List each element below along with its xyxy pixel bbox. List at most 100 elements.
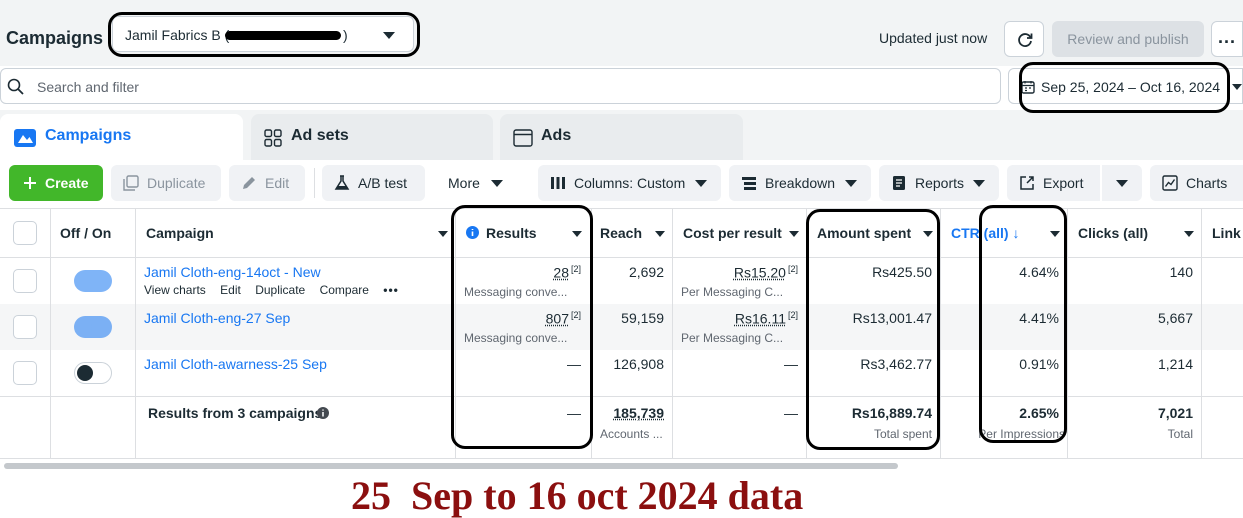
column-header-results[interactable]: Results — [486, 225, 537, 241]
campaign-toggle[interactable] — [74, 362, 112, 384]
cost-per-result-value[interactable]: Rs15.20 [2] — [734, 264, 798, 281]
compare-link[interactable]: Compare — [320, 283, 369, 297]
edit-link[interactable]: Edit — [220, 283, 241, 297]
campaign-toggle[interactable] — [74, 270, 112, 292]
column-header-amount-spent[interactable]: Amount spent — [817, 225, 911, 241]
select-all-checkbox[interactable] — [13, 221, 37, 245]
chevron-down-icon[interactable] — [438, 231, 448, 237]
reports-icon — [893, 176, 905, 190]
amount-spent-value: Rs3,462.77 — [860, 356, 932, 372]
column-header-campaign[interactable]: Campaign — [146, 225, 214, 241]
reach-value: 2,692 — [628, 264, 664, 280]
campaign-link[interactable]: Jamil Cloth-eng-27 Sep — [144, 310, 290, 326]
more-menu-button[interactable]: More — [434, 165, 530, 201]
toggle-knob — [91, 317, 111, 337]
calendar-icon — [1021, 81, 1035, 94]
ab-test-button[interactable]: A/B test — [322, 165, 425, 201]
updated-status: Updated just now — [879, 30, 988, 46]
duplicate-link[interactable]: Duplicate — [255, 283, 305, 297]
column-header-cost-per-result[interactable]: Cost per result — [683, 225, 782, 241]
chevron-down-icon[interactable] — [923, 231, 933, 237]
chevron-down-icon[interactable] — [572, 231, 582, 237]
info-icon — [466, 226, 479, 239]
tab-ad-sets-label: Ad sets — [291, 127, 349, 144]
tab-ads[interactable]: Ads — [500, 114, 743, 160]
date-range-picker[interactable]: Sep 25, 2024 – Oct 16, 2024 — [1008, 68, 1243, 104]
row-checkbox[interactable] — [13, 361, 37, 385]
horizontal-scrollbar-thumb[interactable] — [4, 463, 898, 469]
column-header-link[interactable]: Link — [1212, 225, 1241, 241]
chevron-down-icon[interactable] — [1050, 231, 1060, 237]
export-button[interactable]: Export — [1007, 165, 1100, 201]
row-actions: View charts Edit Duplicate Compare ••• — [144, 283, 410, 297]
tab-campaigns-label: Campaigns — [45, 127, 132, 144]
results-footnote: [2] — [570, 264, 581, 274]
review-and-publish-button[interactable]: Review and publish — [1052, 21, 1204, 57]
export-label: Export — [1043, 175, 1084, 191]
chevron-down-icon[interactable] — [655, 231, 665, 237]
ads-icon — [513, 129, 533, 147]
totals-reach: 185,739 — [613, 405, 664, 421]
column-header-off-on[interactable]: Off / On — [60, 225, 111, 241]
totals-ctr-type: Per Impressions — [978, 427, 1065, 441]
account-name: Jamil Fabrics B ( — [125, 27, 230, 43]
clicks-value: 1,214 — [1157, 356, 1193, 372]
column-header-reach[interactable]: Reach — [600, 225, 642, 241]
column-header-clicks[interactable]: Clicks (all) — [1078, 225, 1148, 241]
tab-ads-label: Ads — [541, 127, 572, 144]
page-title: Campaigns — [6, 28, 104, 48]
cost-per-result-type: Per Messaging C... — [681, 331, 784, 345]
results-value[interactable]: 807 [2] — [546, 310, 581, 327]
cost-per-result-value[interactable]: Rs16.11 [2] — [735, 310, 798, 327]
edit-button[interactable]: Edit — [229, 165, 305, 201]
breakdown-button[interactable]: Breakdown — [729, 165, 871, 201]
export-options-button[interactable] — [1102, 165, 1142, 201]
search-input[interactable] — [37, 75, 937, 99]
chevron-down-icon — [695, 180, 707, 187]
ctr-value: 0.91% — [1019, 356, 1059, 372]
tab-ad-sets[interactable]: Ad sets — [251, 114, 493, 160]
account-selector[interactable]: Jamil Fabrics B ( ) — [112, 16, 414, 52]
chevron-down-icon — [1116, 180, 1128, 187]
chart-icon — [1162, 175, 1178, 191]
reach-value: 126,908 — [613, 356, 664, 372]
campaign-link[interactable]: Jamil Cloth-eng-14oct - New — [144, 264, 321, 280]
tab-campaigns[interactable]: Campaigns — [0, 114, 243, 160]
level-tabs: Campaigns Ad sets Ads — [0, 110, 1243, 160]
more-actions-icon[interactable]: ••• — [383, 283, 399, 297]
row-checkbox[interactable] — [13, 315, 37, 339]
results-value[interactable]: 28 [2] — [553, 264, 581, 281]
charts-label: Charts — [1186, 175, 1228, 191]
create-button[interactable]: Create — [9, 165, 103, 201]
row-checkbox[interactable] — [13, 269, 37, 293]
view-charts-link[interactable]: View charts — [144, 283, 206, 297]
totals-ctr: 2.65% — [1019, 405, 1059, 421]
search-bar[interactable] — [0, 68, 1001, 104]
ad-sets-icon — [264, 129, 282, 147]
charts-button[interactable]: Charts — [1150, 165, 1243, 201]
chevron-down-icon — [973, 180, 985, 187]
reports-button[interactable]: Reports — [879, 165, 999, 201]
duplicate-label: Duplicate — [147, 175, 206, 191]
duplicate-button[interactable]: Duplicate — [111, 165, 221, 201]
reach-value: 59,159 — [621, 310, 664, 326]
account-name-suffix: ) — [343, 27, 348, 43]
chevron-down-icon[interactable] — [1184, 231, 1194, 237]
columns-button[interactable]: Columns: Custom — [538, 165, 721, 201]
clicks-value: 5,667 — [1157, 310, 1193, 326]
chevron-down-icon[interactable] — [789, 231, 799, 237]
flask-icon — [334, 175, 350, 190]
totals-amount-type: Total spent — [873, 427, 932, 441]
campaign-toggle[interactable] — [74, 316, 112, 338]
toggle-knob — [77, 365, 93, 381]
more-label: More — [448, 175, 480, 191]
more-options-button[interactable]: ... — [1211, 21, 1243, 57]
amount-spent-value: Rs13,001.47 — [852, 310, 932, 326]
campaign-link[interactable]: Jamil Cloth-awarness-25 Sep — [144, 356, 327, 372]
cost-footnote: [2] — [787, 310, 798, 320]
column-header-ctr[interactable]: CTR (all) ↓ — [951, 225, 1019, 241]
refresh-button[interactable] — [1004, 21, 1044, 57]
toggle-knob — [91, 271, 111, 291]
ab-test-label: A/B test — [358, 175, 408, 191]
plus-icon — [24, 177, 36, 189]
